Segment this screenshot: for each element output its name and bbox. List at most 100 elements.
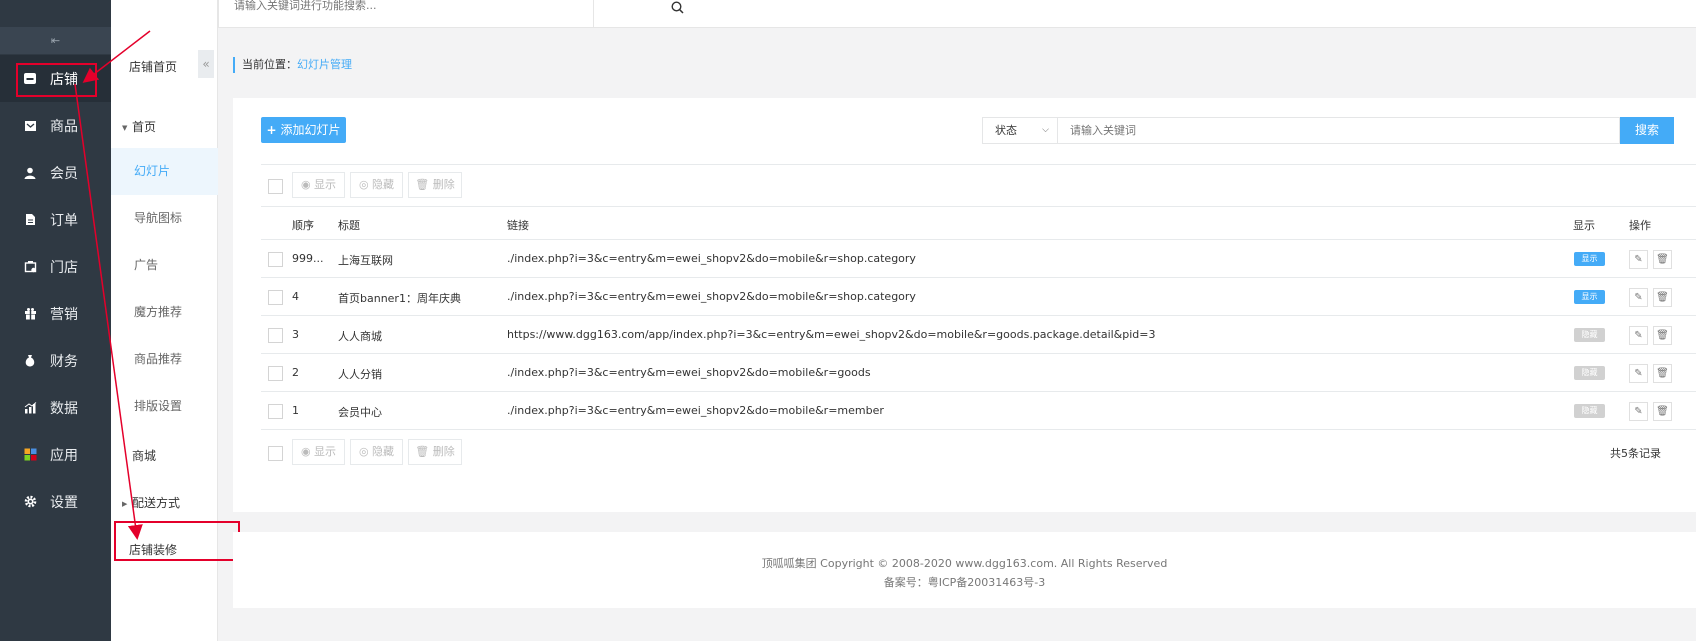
status-badge[interactable]: 隐藏 [1574,366,1605,380]
row-title: 首页banner1：周年庆典 [338,292,461,305]
row-title: 上海互联网 [338,254,393,267]
row-order: 2 [292,366,299,379]
eye-slash-icon: ◎ [358,445,369,458]
divider [261,277,1696,278]
sidebar-item-label: 财务 [50,353,78,370]
order-icon [22,212,38,228]
money-bag-icon [22,353,38,369]
bulk-show-button[interactable]: ◉ 显示 [292,172,345,198]
divider [261,353,1696,354]
row-link: ./index.php?i=3&c=entry&m=ewei_shopv2&do… [507,290,916,303]
sub-item-layout[interactable]: 排版设置 [111,383,218,430]
edit-button[interactable]: ✎ [1629,326,1648,345]
sub-item-nav-icons[interactable]: 导航图标 [111,195,218,242]
sidebar-item-settings[interactable]: 设置 [0,478,111,525]
sidebar-item-order[interactable]: 订单 [0,196,111,243]
add-slide-button[interactable]: + 添加幻灯片 [261,117,346,143]
delete-button[interactable]: 🗑 [1653,288,1672,307]
secondary-collapse-button[interactable]: « [198,50,214,78]
eye-icon: ◉ [300,178,311,191]
pencil-icon: ✎ [1634,330,1643,341]
collapse-icon: ⇤ [50,34,61,47]
status-badge[interactable]: 隐藏 [1574,328,1605,342]
search-icon[interactable] [671,1,684,14]
pencil-icon: ✎ [1634,254,1643,265]
trash-icon: 🗑 [1656,254,1669,265]
footer: 顶呱呱集团 Copyright © 2008-2020 www.dgg163.c… [233,532,1696,608]
pencil-icon: ✎ [1634,292,1643,303]
row-order: 4 [292,290,299,303]
delete-button[interactable]: 🗑 [1653,250,1672,269]
user-icon [22,165,38,181]
trash-icon: 🗑 [1656,368,1669,379]
select-all-checkbox-bottom[interactable] [268,446,283,461]
sidebar-item-member[interactable]: 会员 [0,149,111,196]
bulk-hide-button-bottom[interactable]: ◎ 隐藏 [350,439,403,465]
sidebar-item-shop[interactable]: 门店 [0,243,111,290]
sidebar-item-finance[interactable]: 财务 [0,337,111,384]
goods-icon [22,118,38,134]
pencil-icon: ✎ [1634,406,1643,417]
edit-button[interactable]: ✎ [1629,402,1648,421]
edit-button[interactable]: ✎ [1629,364,1648,383]
row-order: 1 [292,404,299,417]
top-bar [111,0,1696,28]
bulk-show-button-bottom[interactable]: ◉ 显示 [292,439,345,465]
chevron-down-icon: ⌵ [1042,125,1049,135]
row-link: ./index.php?i=3&c=entry&m=ewei_shopv2&do… [507,404,884,417]
col-header-order: 顺序 [292,219,314,232]
bulk-delete-button[interactable]: 🗑 删除 [408,172,462,198]
edit-button[interactable]: ✎ [1629,250,1648,269]
row-checkbox[interactable] [268,290,283,305]
sidebar-item-goods[interactable]: 商品 [0,102,111,149]
sub-item-slides[interactable]: 幻灯片 [111,148,218,195]
row-order: 999... [292,252,324,265]
plus-icon: + [266,123,277,137]
keyword-input[interactable] [1058,117,1620,144]
divider [261,239,1696,240]
sidebar-item-label: 门店 [50,259,78,276]
status-badge[interactable]: 显示 [1574,290,1605,304]
status-badge[interactable]: 显示 [1574,252,1605,266]
search-button[interactable]: 搜索 [1620,117,1674,144]
breadcrumb-current[interactable]: 幻灯片管理 [297,58,352,71]
row-title: 会员中心 [338,406,382,419]
sidebar-item-data[interactable]: 数据 [0,384,111,431]
row-checkbox[interactable] [268,328,283,343]
row-checkbox[interactable] [268,404,283,419]
shop-icon [22,259,38,275]
status-badge[interactable]: 隐藏 [1574,404,1605,418]
trash-icon: 🗑 [1656,406,1669,417]
delete-button[interactable]: 🗑 [1653,402,1672,421]
sub-item-cube[interactable]: 魔方推荐 [111,289,218,336]
sidebar-collapse-button[interactable]: ⇤ [0,27,111,54]
function-search-input[interactable] [234,0,554,14]
sidebar-item-apps[interactable]: 应用 [0,431,111,478]
sub-group-mall[interactable]: 商城 [122,447,156,464]
divider [261,429,1696,430]
divider [261,164,1696,165]
breadcrumb: 当前位置：幻灯片管理 [233,57,352,73]
bulk-hide-button[interactable]: ◎ 隐藏 [350,172,403,198]
sub-group-home[interactable]: ▼ 首页 [122,118,156,135]
sub-item-ads[interactable]: 广告 [111,242,218,289]
row-checkbox[interactable] [268,252,283,267]
row-link: ./index.php?i=3&c=entry&m=ewei_shopv2&do… [507,366,871,379]
sidebar-item-label: 应用 [50,447,78,464]
delete-button[interactable]: 🗑 [1653,326,1672,345]
sidebar-item-marketing[interactable]: 营销 [0,290,111,337]
row-link: ./index.php?i=3&c=entry&m=ewei_shopv2&do… [507,252,916,265]
sidebar-item-label: 数据 [50,400,78,417]
delete-button[interactable]: 🗑 [1653,364,1672,383]
pencil-icon: ✎ [1634,368,1643,379]
status-select[interactable]: 状态 ⌵ [982,117,1058,144]
sub-group-delivery[interactable]: ▶ 配送方式 [122,494,180,511]
annotation-highlight-decoration [114,521,240,561]
row-checkbox[interactable] [268,366,283,381]
edit-button[interactable]: ✎ [1629,288,1648,307]
sub-item-goods-recommend[interactable]: 商品推荐 [111,336,218,383]
col-header-link: 链接 [507,219,529,232]
divider [261,391,1696,392]
bulk-delete-button-bottom[interactable]: 🗑 删除 [408,439,462,465]
select-all-checkbox[interactable] [268,179,283,194]
